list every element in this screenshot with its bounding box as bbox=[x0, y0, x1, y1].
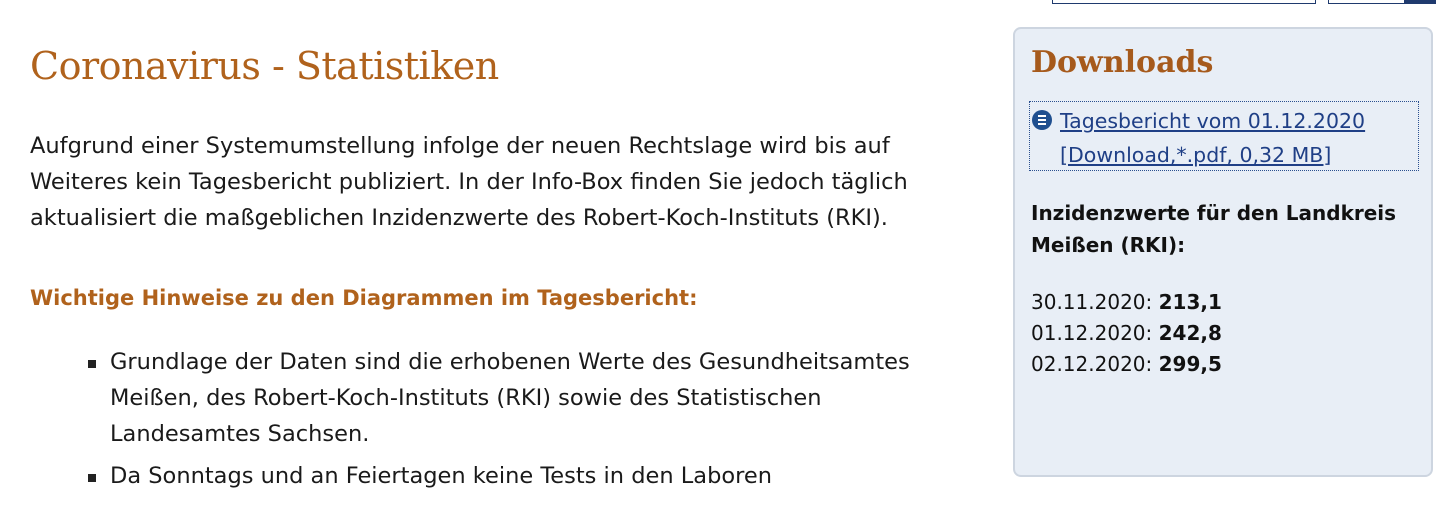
downloads-infobox: Downloads Tagesbericht vom 01.12.2020 [D… bbox=[1013, 27, 1433, 477]
header-select[interactable] bbox=[1328, 0, 1406, 4]
incidence-row: 30.11.2020: 213,1 bbox=[1031, 287, 1222, 318]
downloads-title: Downloads bbox=[1031, 45, 1214, 80]
incidence-date: 02.12.2020: bbox=[1031, 352, 1153, 376]
incidence-row: 01.12.2020: 242,8 bbox=[1031, 318, 1222, 349]
download-report-link[interactable]: Tagesbericht vom 01.12.2020 [Download,*.… bbox=[1029, 101, 1419, 171]
incidence-value: 299,5 bbox=[1158, 352, 1222, 376]
header-submit-button[interactable] bbox=[1404, 0, 1436, 4]
download-link-line1: Tagesbericht vom 01.12.2020 bbox=[1060, 109, 1366, 133]
section-heading: Wichtige Hinweise zu den Diagrammen im T… bbox=[30, 286, 698, 310]
incidence-list: 30.11.2020: 213,1 01.12.2020: 242,8 02.1… bbox=[1031, 287, 1222, 380]
incidence-value: 213,1 bbox=[1158, 290, 1222, 314]
download-link-line2: [Download,*.pdf, 0,32 MB] bbox=[1060, 143, 1332, 167]
list-item: Grundlage der Daten sind die erhobenen W… bbox=[88, 344, 968, 452]
incidence-title: Inzidenzwerte für den Landkreis Meißen (… bbox=[1031, 201, 1397, 257]
intro-text: Aufgrund einer Systemumstellung infolge … bbox=[30, 133, 908, 231]
list-item-text: Da Sonntags und an Feiertagen keine Test… bbox=[110, 463, 772, 489]
list-item-text: Grundlage der Daten sind die erhobenen W… bbox=[110, 349, 910, 447]
square-bullet-icon bbox=[88, 360, 96, 368]
incidence-date: 01.12.2020: bbox=[1031, 321, 1153, 345]
header-search-field[interactable] bbox=[1052, 0, 1316, 4]
document-list-icon bbox=[1032, 110, 1052, 130]
page-title: Coronavirus - Statistiken bbox=[30, 44, 499, 88]
square-bullet-icon bbox=[88, 474, 96, 482]
notes-list: Grundlage der Daten sind die erhobenen W… bbox=[88, 344, 968, 500]
incidence-date: 30.11.2020: bbox=[1031, 290, 1153, 314]
list-item: Da Sonntags und an Feiertagen keine Test… bbox=[88, 458, 968, 494]
incidence-row: 02.12.2020: 299,5 bbox=[1031, 349, 1222, 380]
incidence-value: 242,8 bbox=[1158, 321, 1222, 345]
